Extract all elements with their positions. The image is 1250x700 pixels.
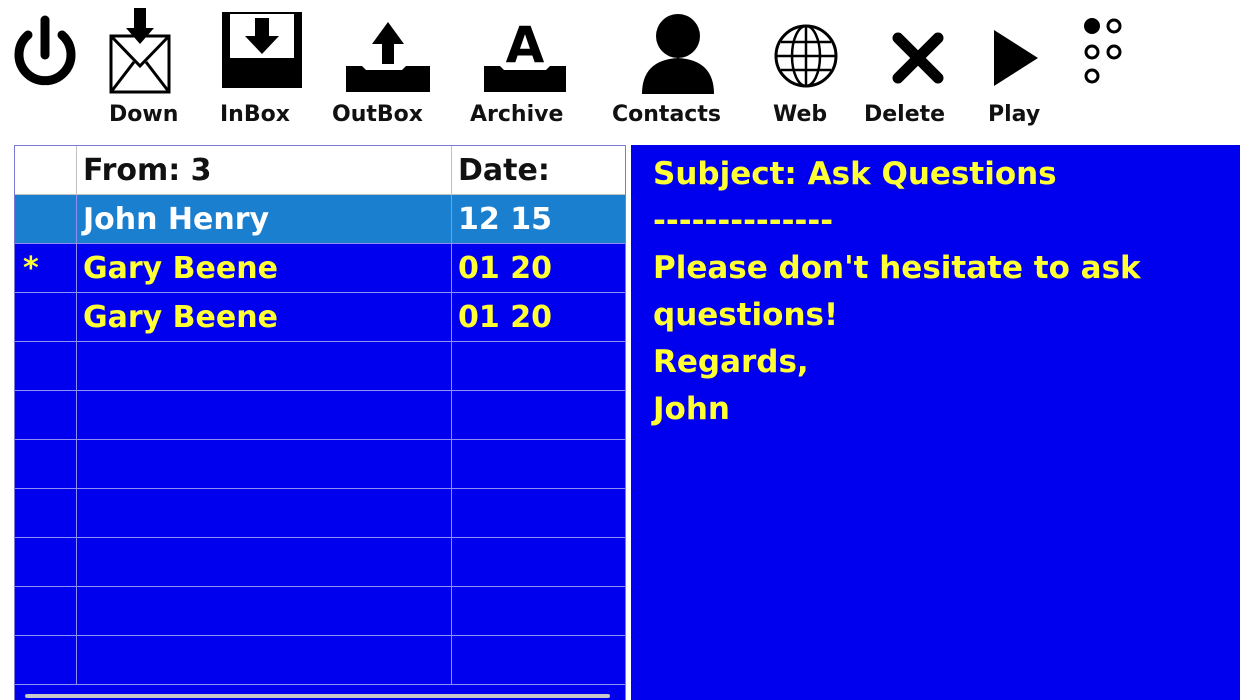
dots-menu-icon [1084, 18, 1122, 84]
delete-x-icon [892, 32, 944, 84]
archive-button[interactable]: A Archive [468, 0, 588, 140]
contact-person-icon [642, 14, 714, 94]
message-row[interactable]: Gary Beene 01 20 [15, 293, 625, 342]
message-subject: Subject: Ask Questions [653, 156, 1057, 192]
more-menu-button[interactable] [1080, 0, 1140, 140]
empty-row [15, 538, 625, 587]
contacts-label: Contacts [612, 102, 721, 127]
message-row-selected[interactable]: John Henry 12 15 [15, 195, 625, 244]
list-header: From: 3 Date: [15, 146, 625, 195]
inbox-icon [222, 12, 302, 88]
row-from: John Henry [78, 195, 452, 243]
empty-row [15, 489, 625, 538]
outbox-label: OutBox [332, 102, 423, 127]
row-from: Gary Beene [78, 293, 452, 341]
play-icon [994, 30, 1038, 86]
row-mark [15, 293, 77, 341]
outbox-button[interactable]: OutBox [330, 0, 445, 140]
message-body-line: Regards, [653, 344, 809, 380]
archive-icon: A [484, 16, 566, 92]
down-label: Down [109, 102, 179, 127]
message-row[interactable]: * Gary Beene 01 20 [15, 244, 625, 293]
globe-icon [774, 24, 838, 88]
empty-row [15, 587, 625, 636]
play-label: Play [988, 102, 1041, 127]
message-list[interactable]: From: 3 Date: John Henry 12 15 * Gary Be… [14, 145, 626, 700]
horizontal-scrollbar[interactable] [25, 694, 610, 698]
web-label: Web [773, 102, 828, 127]
svg-text:A: A [506, 16, 545, 74]
empty-row [15, 342, 625, 391]
row-date: 12 15 [458, 202, 552, 237]
web-button[interactable]: Web [770, 0, 850, 140]
delete-button[interactable]: Delete [862, 0, 972, 140]
row-from: Gary Beene [78, 244, 452, 292]
message-view: Subject: Ask Questions -------------- Pl… [631, 145, 1240, 700]
empty-row [15, 440, 625, 489]
power-button[interactable] [8, 0, 78, 140]
empty-row [15, 636, 625, 685]
down-button[interactable]: Down [104, 0, 200, 140]
row-mark [15, 195, 77, 243]
message-body-line: Please don't hesitate to ask [653, 250, 1141, 286]
envelope-download-icon [109, 8, 171, 94]
row-date: 01 20 [458, 251, 552, 286]
play-button[interactable]: Play [986, 0, 1056, 140]
date-column-header[interactable]: Date: [453, 146, 625, 194]
delete-label: Delete [864, 102, 946, 127]
outbox-icon [346, 22, 430, 92]
header-mark-cell [15, 146, 77, 194]
empty-row [15, 391, 625, 440]
inbox-button[interactable]: InBox [218, 0, 308, 140]
message-body-line: John [653, 391, 730, 427]
message-body-line: questions! [653, 297, 839, 333]
row-mark: * [15, 244, 77, 292]
from-column-header[interactable]: From: 3 [78, 146, 452, 194]
archive-label: Archive [470, 102, 564, 127]
row-date: 01 20 [458, 300, 552, 335]
toolbar: Down InBox OutBox A Archive Contacts Web… [0, 0, 1250, 140]
inbox-label: InBox [220, 102, 290, 127]
message-separator: -------------- [653, 203, 834, 239]
contacts-button[interactable]: Contacts [610, 0, 750, 140]
power-icon [14, 15, 76, 86]
